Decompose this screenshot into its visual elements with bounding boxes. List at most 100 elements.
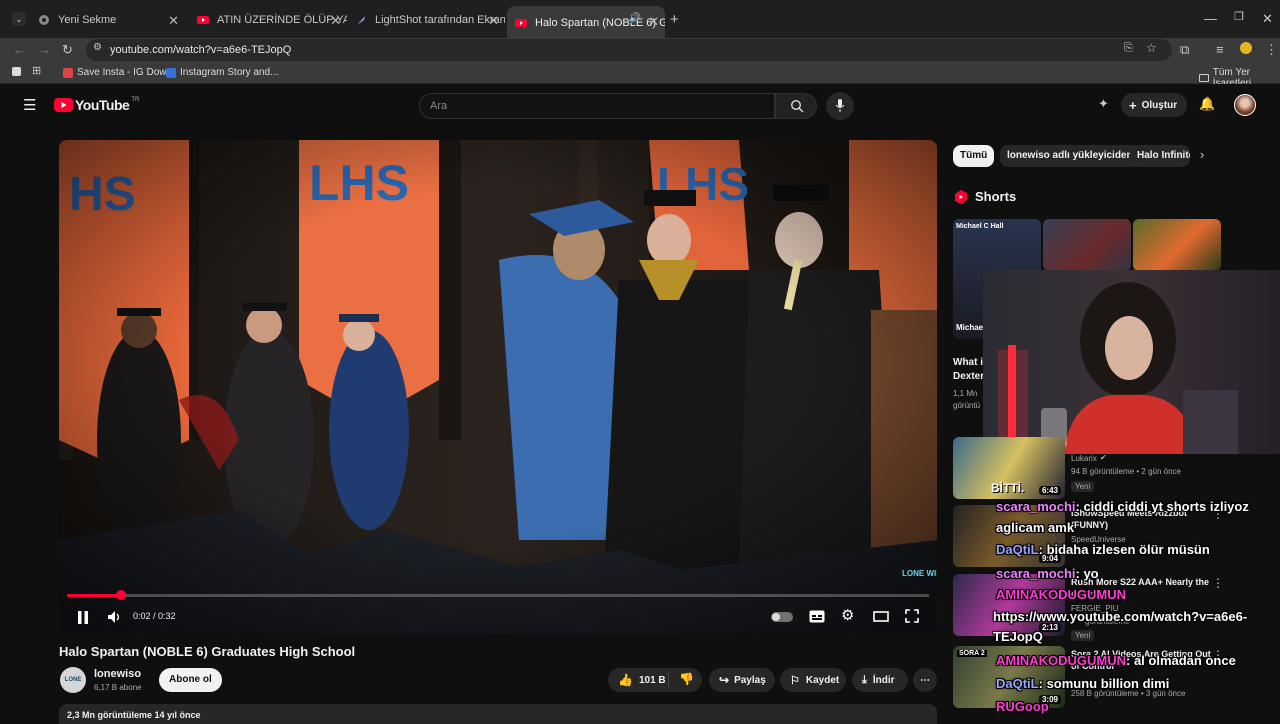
thumbs-up-icon[interactable]: 👍 — [618, 673, 633, 687]
close-icon[interactable]: ✕ — [168, 13, 179, 29]
progress-track[interactable] — [67, 590, 929, 600]
pause-icon[interactable] — [77, 611, 89, 624]
like-dislike-group: 👍 101 B 👎 — [608, 668, 702, 692]
create-button[interactable]: + Oluştur — [1121, 93, 1187, 117]
chrome-icon — [39, 15, 49, 25]
bookmark-label: Instagram Story and... — [180, 67, 279, 78]
save-button[interactable]: ⚐ Kaydet — [780, 668, 846, 692]
rec-meta: 94 B görüntüleme • 2 gün önce — [1071, 467, 1181, 476]
apps-icon[interactable] — [12, 67, 21, 76]
close-icon[interactable]: ✕ — [330, 13, 341, 29]
back-icon[interactable]: ← — [13, 43, 26, 56]
thumb-text: SORA 2 — [957, 650, 987, 657]
minimize-icon[interactable]: — — [1204, 12, 1217, 25]
progress-fill — [67, 594, 121, 597]
theater-mode-icon[interactable] — [873, 611, 889, 622]
bookmark-favicon-icon — [166, 67, 176, 78]
install-app-icon[interactable]: ⎘ — [1124, 43, 1133, 54]
share-label: Paylaş — [734, 674, 766, 686]
tab-halo-spartan[interactable]: Halo Spartan (NOBLE 6) Gra 🔊 ✕ — [507, 6, 665, 38]
rec-channel[interactable]: Lukarix — [1071, 454, 1097, 463]
extensions-icon[interactable]: ⧉ — [1180, 43, 1189, 56]
gemini-icon[interactable]: ✦ — [1098, 97, 1109, 110]
more-actions-button[interactable]: ⋯ — [913, 668, 937, 692]
chat-message: : ciddi ciddi yt shorts izliyoz — [1075, 499, 1249, 514]
short-thumbnail[interactable] — [1043, 219, 1131, 271]
share-button[interactable]: ↪ Paylaş — [709, 668, 775, 692]
reload-icon[interactable]: ↻ — [62, 43, 73, 56]
download-label: İndir — [872, 674, 895, 686]
search-button[interactable] — [775, 93, 817, 119]
autoplay-toggle[interactable] — [771, 612, 793, 622]
url-text: youtube.com/watch?v=a6e6-TEJopQ — [110, 44, 292, 56]
chat-line: TEJopQ — [993, 629, 1043, 644]
subscribe-button[interactable]: Abone ol — [159, 668, 222, 692]
grid-icon[interactable]: ⊞ — [32, 66, 41, 77]
tab-lightshot[interactable]: LightShot tarafından Ekran Gör ✕ — [347, 8, 505, 32]
chat-username: scara_mochi — [996, 499, 1076, 514]
close-icon[interactable]: ✕ — [648, 14, 659, 30]
bookmark-save-insta[interactable]: Save Insta - IG Dow... — [63, 67, 174, 78]
short-title[interactable]: What i Dexter — [953, 356, 984, 384]
chip-all[interactable]: Tümü — [953, 145, 995, 167]
settings-gear-icon[interactable]: ⚙ — [841, 606, 854, 624]
microphone-icon — [835, 99, 845, 112]
tab-label: LightShot tarafından Ekran Gör — [375, 14, 505, 26]
more-vert-icon[interactable]: ⋮ — [1212, 577, 1224, 589]
video-player[interactable]: HS LHS LHS — [59, 140, 937, 634]
bookmark-instagram-story[interactable]: Instagram Story and... — [166, 67, 278, 78]
volume-icon[interactable] — [107, 610, 121, 624]
description-box[interactable]: 2,3 Mn görüntüleme 14 yıl önce — [59, 704, 937, 724]
short-thumbnail[interactable] — [1133, 219, 1221, 271]
tab-search-icon[interactable]: ⌄ — [12, 12, 26, 26]
channel-avatar[interactable]: LONE — [60, 667, 86, 693]
video-title: Halo Spartan (NOBLE 6) Graduates High Sc… — [59, 644, 356, 659]
chip-halo-infinite[interactable]: Halo Infinite — [1130, 145, 1190, 167]
bookmark-icon: ⚐ — [790, 674, 800, 687]
shorts-title: Shorts — [975, 189, 1017, 204]
download-button[interactable]: ⤓ İndir — [852, 668, 908, 692]
recommendation-thumbnail[interactable]: BİTTİ. 6:43 — [953, 437, 1065, 499]
fullscreen-icon[interactable] — [905, 609, 919, 623]
bookmark-label: Save Insta - IG Dow... — [77, 67, 175, 78]
window-close-icon[interactable]: ✕ — [1262, 12, 1273, 25]
restore-icon[interactable]: ❐ — [1234, 12, 1244, 23]
new-tab-plus-icon[interactable]: + — [670, 12, 679, 27]
menu-dots-icon[interactable]: ⋮ — [1265, 43, 1278, 56]
profile-icon[interactable] — [1240, 42, 1252, 54]
bookmark-favicon-icon — [63, 67, 73, 78]
thumbs-down-icon[interactable]: 👎 — [679, 672, 694, 686]
chat-line: DaQtiL: somunu billion dimi — [996, 676, 1169, 691]
player-controls: 0:02 / 0:32 ⚙ — [59, 590, 937, 634]
create-label: Oluştur — [1141, 99, 1178, 111]
media-controls-icon[interactable]: ≡ — [1216, 43, 1224, 56]
notification-bell-icon[interactable]: 🔔 — [1199, 97, 1215, 110]
chat-line: https://www.youtube.com/watch?v=a6e6- — [993, 609, 1247, 624]
search-input[interactable]: Ara — [419, 93, 775, 119]
recommendation-thumbnail[interactable]: 2:13 — [953, 574, 1065, 636]
chat-message: : bidaha izlesen ölür müsün — [1038, 542, 1210, 557]
voice-search-button[interactable] — [826, 92, 854, 120]
tab-new-tab[interactable]: Yeni Sekme ✕ — [30, 8, 185, 32]
close-icon[interactable]: ✕ — [488, 13, 499, 29]
subtitles-icon[interactable] — [809, 610, 825, 623]
channel-name[interactable]: lonewiso — [94, 668, 141, 680]
chevron-right-icon[interactable]: › — [1200, 148, 1204, 161]
avatar[interactable] — [1234, 94, 1256, 116]
video-frame-graduation: HS LHS LHS — [59, 140, 937, 634]
recommendation-thumbnail[interactable]: 9:04 — [953, 505, 1065, 567]
site-settings-icon[interactable]: ⚙ — [93, 43, 102, 53]
scrubber-handle[interactable] — [115, 590, 126, 600]
hamburger-menu-icon[interactable]: ☰ — [23, 98, 36, 113]
logo-text: YouTube — [75, 97, 130, 113]
chat-line: DaQtiL: bidaha izlesen ölür müsün — [996, 542, 1210, 557]
bookmark-star-icon[interactable]: ☆ — [1146, 42, 1157, 54]
chip-from-uploader[interactable]: lonewiso adlı yükleyiciden — [1000, 145, 1140, 167]
like-count[interactable]: 101 B — [639, 675, 666, 686]
address-bar[interactable]: ⚙ youtube.com/watch?v=a6e6-TEJopQ ⎘ ☆ — [86, 39, 1172, 61]
youtube-logo[interactable]: YouTube TR — [54, 97, 139, 113]
forward-icon[interactable]: → — [38, 43, 51, 56]
shorts-header: Shorts — [955, 189, 1016, 204]
tab-video-1[interactable]: ATIN ÜZERİNDE ÖLÜP YARIŞI K ✕ — [189, 8, 347, 32]
speaker-icon[interactable]: 🔊 — [629, 14, 641, 24]
